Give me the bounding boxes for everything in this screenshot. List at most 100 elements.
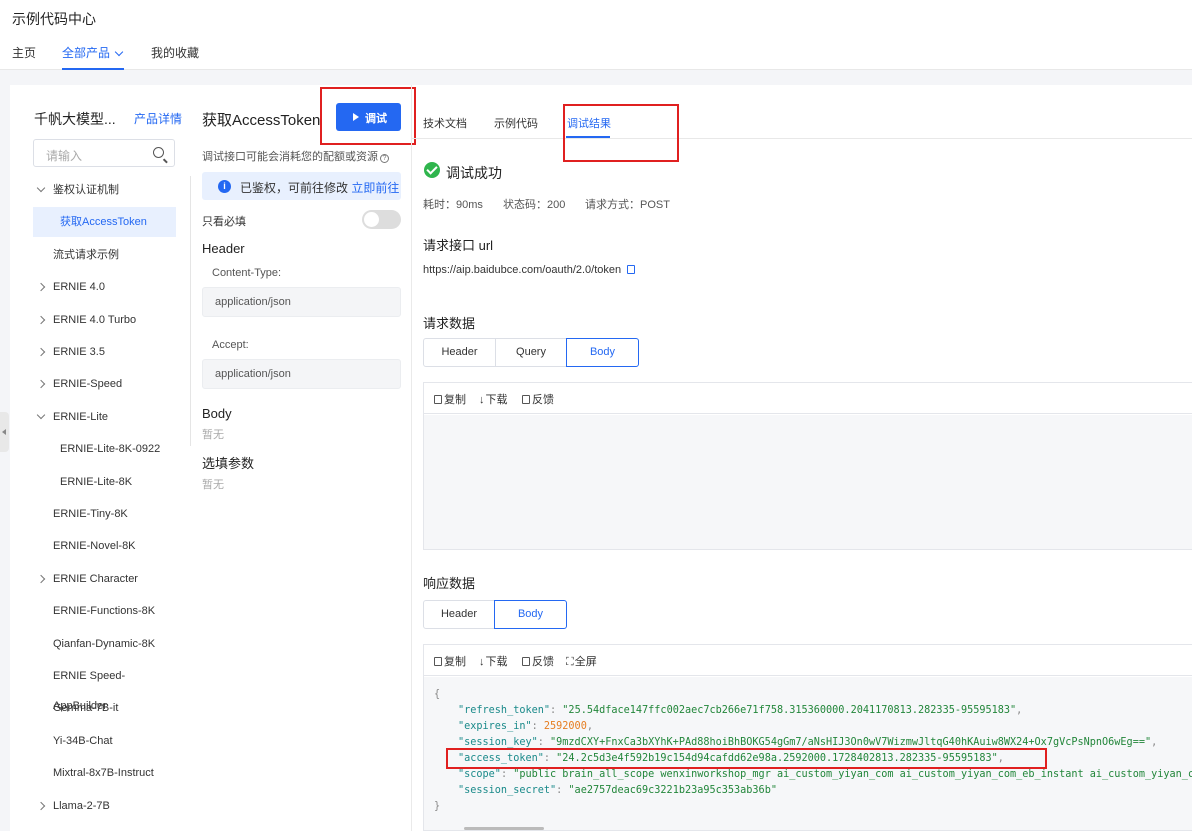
- json-colon: :: [537, 737, 551, 748]
- sidebar-item[interactable]: ERNIE-Lite-8K-0922: [33, 434, 176, 464]
- response-heading: 响应数据: [423, 576, 476, 591]
- chevron-right-icon[interactable]: [36, 347, 46, 357]
- sidebar-item[interactable]: Llama-2-7B: [33, 791, 176, 821]
- json-colon: :: [531, 721, 544, 732]
- required-only-toggle[interactable]: [362, 210, 401, 229]
- chevron-down-icon[interactable]: [36, 410, 46, 420]
- sidebar-item[interactable]: Gemma-7B-it: [33, 693, 176, 723]
- search-input[interactable]: 请输入: [33, 139, 175, 167]
- json-comma: ,: [1151, 737, 1158, 748]
- response-download-button[interactable]: ↓下载: [479, 653, 508, 669]
- request-tab-body[interactable]: Body: [566, 338, 639, 367]
- json-comma: ,: [1016, 705, 1023, 716]
- chevron-right-icon[interactable]: [36, 574, 46, 584]
- product-name: 千帆大模型...: [34, 111, 116, 127]
- sidebar-item[interactable]: ERNIE-Lite-8K: [33, 467, 176, 497]
- help-icon[interactable]: ?: [380, 154, 389, 163]
- tabs-divider: [412, 138, 1192, 139]
- copy-icon[interactable]: [627, 265, 636, 274]
- search-icon[interactable]: [153, 147, 164, 158]
- request-tab-header[interactable]: Header: [423, 338, 496, 367]
- response-copy-button[interactable]: 复制: [434, 653, 466, 669]
- sidebar-item-label: ERNIE-Lite-8K: [60, 476, 133, 488]
- response-copy-label: 复制: [444, 656, 466, 668]
- accept-field[interactable]: application/json: [202, 359, 401, 389]
- fullscreen-icon: ⛶: [566, 656, 574, 668]
- sidebar-item[interactable]: ERNIE 4.0: [33, 272, 176, 302]
- chevron-right-icon[interactable]: [36, 379, 46, 389]
- request-url: https://aip.baidubce.com/oauth/2.0/token: [423, 264, 636, 276]
- info-icon: i: [218, 180, 231, 193]
- sidebar-item[interactable]: 流式请求示例: [33, 240, 176, 270]
- request-feedback-button[interactable]: 反馈: [522, 391, 554, 407]
- debug-hint: 调试接口可能会消耗您的配额或资源?: [202, 148, 389, 164]
- sidebar-item[interactable]: ERNIE Speed-AppBuilder: [33, 661, 176, 712]
- request-copy-button[interactable]: 复制: [434, 391, 466, 407]
- json-line: "session_secret": "ae2757deac69c3221b23a…: [458, 785, 777, 796]
- sidebar-item[interactable]: ERNIE-Tiny-8K: [33, 499, 176, 529]
- feedback-icon: [522, 657, 530, 666]
- go-now-link[interactable]: 立即前往: [351, 181, 399, 195]
- chevron-right-icon[interactable]: [36, 315, 46, 325]
- sidebar-item-label: ERNIE Character: [53, 573, 138, 585]
- sidebar-item[interactable]: ERNIE-Speed: [33, 369, 176, 399]
- chevron-down-icon[interactable]: [36, 183, 46, 193]
- sidebar-item[interactable]: ERNIE 4.0 Turbo: [33, 305, 176, 335]
- sidebar-item[interactable]: ERNIE-Novel-8K: [33, 531, 176, 561]
- response-tab-header[interactable]: Header: [423, 600, 495, 629]
- json-colon: :: [556, 785, 569, 796]
- sidebar-item[interactable]: ERNIE-Functions-8K: [33, 596, 176, 626]
- response-fullscreen-label: 全屏: [574, 656, 597, 668]
- sidebar-item-label: Gemma-7B-it: [53, 702, 119, 714]
- nav-home[interactable]: 主页: [12, 44, 36, 61]
- chevron-right-icon[interactable]: [36, 282, 46, 292]
- sidebar-item[interactable]: Qianfan-Dynamic-8K: [33, 629, 176, 659]
- nav-favorites[interactable]: 我的收藏: [151, 44, 199, 61]
- sidebar-item[interactable]: Yi-34B-Chat: [33, 726, 176, 756]
- success-check-icon: [424, 162, 440, 178]
- tab-tech-docs[interactable]: 技术文档: [423, 115, 467, 131]
- horizontal-scrollbar[interactable]: [464, 827, 544, 830]
- json-line: "session_key": "9mzdCXY+FnxCa3bXYhK+PAd8…: [458, 737, 1157, 748]
- sidebar-item[interactable]: 鉴权认证机制: [33, 175, 176, 205]
- request-body-box: 复制 ↓下载 反馈: [423, 382, 1192, 550]
- sidebar-item[interactable]: ERNIE-Lite: [33, 402, 176, 432]
- json-value: "25.54dface147ffc002aec7cb266e71f758.315…: [562, 705, 1017, 716]
- response-body-box: 复制 ↓下载 反馈 ⛶全屏 { } "refresh_token": "25.5…: [423, 644, 1192, 831]
- notice-message: 已鉴权，可前往修改: [240, 181, 349, 195]
- request-code-area[interactable]: [424, 415, 1192, 549]
- request-heading: 请求数据: [423, 316, 476, 331]
- sidebar-item-label: ERNIE-Lite-8K-0922: [60, 443, 161, 455]
- feedback-icon: [522, 395, 530, 404]
- elapsed-time: 耗时：90ms: [423, 199, 483, 211]
- response-fullscreen-button[interactable]: ⛶全屏: [566, 653, 597, 669]
- sidebar-item-label: Qianfan-Dynamic-8K: [53, 638, 156, 650]
- chevron-right-icon[interactable]: [36, 801, 46, 811]
- tab-sample-code[interactable]: 示例代码: [494, 115, 538, 131]
- sidebar-item[interactable]: 获取AccessToken: [33, 207, 176, 237]
- request-copy-label: 复制: [444, 394, 466, 406]
- toggle-knob: [364, 212, 379, 227]
- collapse-handle[interactable]: [0, 412, 9, 452]
- response-feedback-label: 反馈: [532, 656, 554, 668]
- sidebar-item[interactable]: ERNIE Character: [33, 564, 176, 594]
- body-empty-text: 暂无: [202, 429, 224, 441]
- header-section-title: Header: [202, 241, 245, 256]
- response-feedback-button[interactable]: 反馈: [522, 653, 554, 669]
- request-feedback-label: 反馈: [532, 394, 554, 406]
- json-value: "public brain_all_scope wenxinworkshop_m…: [513, 769, 1192, 780]
- response-tab-body[interactable]: Body: [494, 600, 567, 629]
- accept-label: Accept:: [212, 339, 249, 351]
- request-tab-query[interactable]: Query: [495, 338, 567, 367]
- json-open-brace: {: [434, 689, 441, 700]
- product-detail-link[interactable]: 产品详情: [134, 110, 182, 127]
- nav-all-products[interactable]: 全部产品: [62, 44, 124, 61]
- request-download-button[interactable]: ↓下载: [479, 391, 508, 407]
- content-type-field[interactable]: application/json: [202, 287, 401, 317]
- app-title: 示例代码中心: [12, 11, 96, 27]
- request-toolbar: 复制 ↓下载 反馈: [424, 383, 1192, 414]
- sidebar-item[interactable]: ERNIE 3.5: [33, 337, 176, 367]
- json-key: "scope": [458, 769, 501, 780]
- sidebar-item[interactable]: Mixtral-8x7B-Instruct: [33, 758, 176, 788]
- response-download-label: 下载: [485, 656, 508, 668]
